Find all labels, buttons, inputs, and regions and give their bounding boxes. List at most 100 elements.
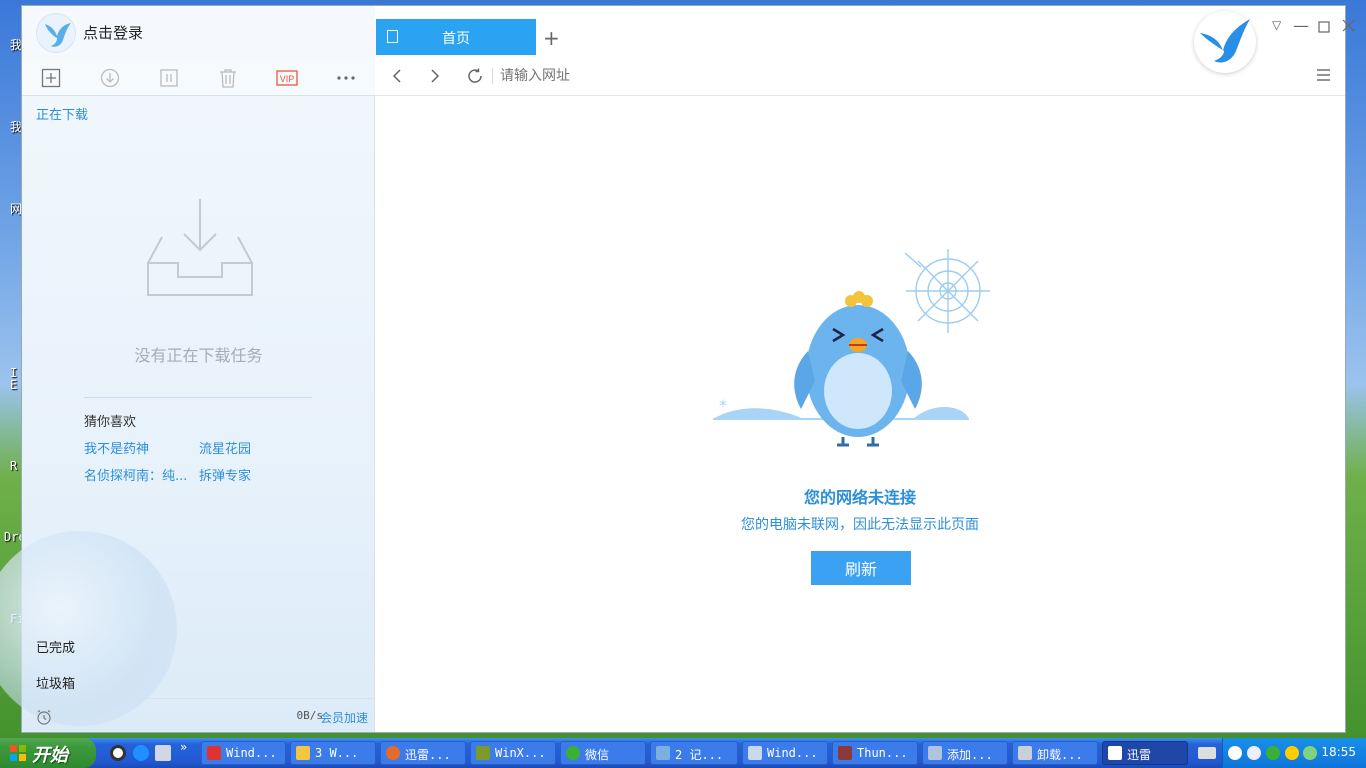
taskbar-item[interactable]: 卸载... [1012, 741, 1098, 765]
filter-icon[interactable]: ▽ [1272, 18, 1281, 32]
avatar[interactable] [36, 13, 76, 53]
download-icon [100, 68, 120, 88]
ie-icon[interactable] [133, 745, 149, 761]
taskbar-item-label: 3 W... [315, 746, 359, 760]
start-button[interactable]: 开始 [0, 738, 96, 768]
network-icon[interactable] [1303, 746, 1317, 760]
recommend-title: 猜你喜欢 [84, 415, 137, 430]
folder-icon [296, 746, 310, 760]
bird-logo-icon [1200, 19, 1250, 63]
svg-text:*: * [719, 396, 727, 415]
taskbar-item-label: 迅雷... [405, 748, 451, 762]
empty-message: 没有正在下载任务 [134, 346, 263, 365]
quicklaunch-more[interactable]: » [180, 740, 187, 754]
svg-text:VIP: VIP [280, 74, 295, 84]
sidebar-item-trash[interactable]: 垃圾箱 [36, 673, 75, 692]
taskbar-item-label: 2 记... [675, 748, 724, 762]
download-sidebar: 点击登录 VIP 正在下载 没有正在下载任务 猜你喜欢 我不是药神 流星花园 名… [0, 6, 375, 732]
minimize-button[interactable]: — [1293, 16, 1309, 35]
media-player-icon[interactable] [110, 745, 126, 761]
setup-icon [928, 746, 942, 760]
url-separator [492, 68, 493, 84]
system-clock[interactable]: 18:55 [1321, 745, 1356, 759]
refresh-button[interactable]: 刷新 [811, 551, 911, 585]
thunder-logo-badge [1194, 11, 1256, 73]
desktop-icon-label: E [10, 378, 18, 392]
desktop-icon-label: R [10, 459, 18, 473]
crying-bird-illustration: * [713, 249, 990, 447]
taskbar-item[interactable]: 3 W... [290, 741, 376, 765]
taskbar-item-label: 添加... [947, 748, 993, 762]
wechat-icon [566, 746, 580, 760]
tray-expand-icon[interactable] [1228, 746, 1242, 760]
close-button[interactable] [1342, 17, 1355, 36]
thunder-tray-icon[interactable] [1247, 746, 1261, 760]
thunder-icon [1108, 746, 1122, 760]
pause-button[interactable] [156, 65, 182, 91]
divider [84, 397, 312, 398]
menu-icon[interactable] [1317, 69, 1330, 81]
taskbar-item[interactable]: Wind... [201, 741, 286, 765]
tab-home[interactable]: 首页 [376, 19, 536, 55]
archive-icon [838, 746, 852, 760]
firefox-icon [386, 746, 400, 760]
windows-logo-icon [10, 745, 26, 761]
alarm-clock-icon[interactable] [36, 709, 52, 725]
desktop-icon[interactable] [155, 745, 171, 761]
taskbar-item-label: 微信 [585, 748, 610, 762]
notepad-icon [656, 746, 670, 760]
taskbar-item[interactable]: 迅雷... [380, 741, 466, 765]
error-description: 您的电脑未联网，因此无法显示此页面 [741, 517, 979, 533]
taskbar-item[interactable]: 添加... [922, 741, 1008, 765]
document-icon [748, 746, 762, 760]
forward-button[interactable] [424, 65, 446, 87]
empty-inbox-icon [147, 199, 253, 296]
taskbar-item-label: 卸载... [1037, 748, 1083, 762]
keyboard-icon[interactable] [1198, 747, 1216, 759]
vip-icon: VIP [276, 70, 298, 86]
recommend-link[interactable]: 我不是药神 [84, 438, 149, 457]
winx-icon [476, 746, 490, 760]
wechat-tray-icon[interactable] [1266, 746, 1280, 760]
pause-icon [160, 69, 178, 87]
taskbar-item-label: 迅雷 [1127, 748, 1152, 762]
taskbar: 开始 » Wind... 3 W... 迅雷... WinX... 微信 2 记… [0, 738, 1366, 768]
recommend-link[interactable]: 名侦探柯南：纯... [84, 465, 187, 484]
uninstall-icon [1018, 746, 1032, 760]
back-button[interactable] [386, 65, 408, 87]
taskbar-item-label: Wind... [767, 746, 818, 760]
login-link[interactable]: 点击登录 [83, 22, 143, 43]
error-title: 您的网络未连接 [803, 488, 916, 507]
vip-button[interactable]: VIP [274, 65, 300, 91]
more-icon [337, 76, 355, 80]
taskbar-item[interactable]: Thun... [832, 741, 918, 765]
recommend-link[interactable]: 拆弹专家 [199, 465, 251, 484]
recommend-link[interactable]: 流星花园 [199, 438, 251, 457]
sidebar-item-downloading[interactable]: 正在下载 [36, 104, 88, 123]
new-task-button[interactable] [38, 65, 64, 91]
start-button[interactable] [97, 65, 123, 91]
more-button[interactable] [333, 65, 359, 91]
taskbar-item[interactable]: 2 记... [650, 741, 738, 765]
moon-decoration [0, 531, 177, 726]
maximize-button[interactable] [1318, 18, 1330, 37]
taskbar-item[interactable]: 微信 [560, 741, 646, 765]
delete-button[interactable] [215, 65, 241, 91]
system-tray: 18:55 [1222, 738, 1366, 768]
sidebar-header: 点击登录 [22, 6, 375, 60]
new-tab-button[interactable]: + [543, 28, 560, 48]
sidebar-item-completed[interactable]: 已完成 [36, 637, 75, 656]
taskbar-item-label: WinX... [495, 746, 546, 760]
taskbar-item-active[interactable]: 迅雷 [1102, 741, 1188, 765]
taskbar-item[interactable]: WinX... [470, 741, 556, 765]
vip-accelerate-link[interactable]: 会员加速 [320, 709, 368, 726]
reload-icon [468, 68, 482, 83]
taskbar-item[interactable]: Wind... [742, 741, 828, 765]
tab-label: 首页 [442, 31, 470, 47]
qq-tray-icon[interactable] [1285, 746, 1299, 760]
reload-button[interactable] [464, 65, 486, 87]
sidebar-footer: 0B/s 会员加速 [22, 698, 375, 732]
url-input[interactable] [500, 67, 1280, 83]
taskbar-item-label: Wind... [226, 746, 277, 760]
bird-logo-icon [45, 23, 71, 47]
